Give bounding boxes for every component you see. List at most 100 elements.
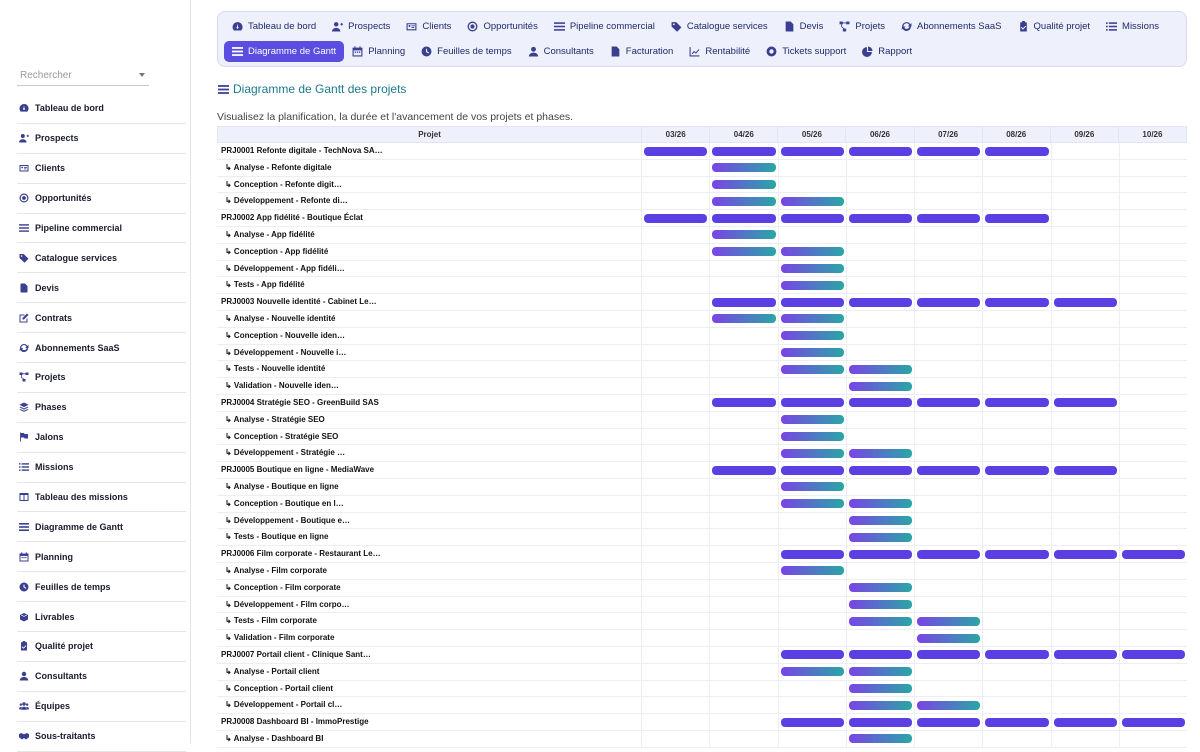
phase-bar[interactable]	[848, 499, 912, 509]
gantt-phase-row[interactable]: ↳ Conception - Portail client	[217, 680, 1187, 698]
gantt-phase-row[interactable]: ↳ Analyse - Boutique en ligne	[217, 478, 1187, 496]
gantt-phase-row[interactable]: ↳ Développement - Portail cl…	[217, 697, 1187, 715]
project-bar[interactable]	[780, 297, 844, 307]
phase-bar[interactable]	[780, 448, 844, 458]
gantt-phase-row[interactable]: ↳ Développement - Stratégie …	[217, 445, 1187, 463]
project-bar[interactable]	[985, 213, 1049, 223]
gantt-project-row[interactable]: PRJ0008 Dashboard BI - ImmoPrestige	[217, 714, 1187, 731]
tab-diagramme-de-gantt[interactable]: Diagramme de Gantt	[224, 41, 345, 62]
project-bar[interactable]	[917, 297, 981, 307]
project-bar[interactable]	[848, 549, 912, 559]
tab-catalogue-services[interactable]: Catalogue services	[663, 16, 776, 37]
project-bar[interactable]	[780, 398, 844, 408]
gantt-project-row[interactable]: PRJ0006 Film corporate - Restaurant Le…	[217, 546, 1187, 563]
sidebar-item-jalons[interactable]: Jalons	[17, 423, 186, 453]
phase-bar[interactable]	[848, 667, 912, 677]
project-bar[interactable]	[985, 650, 1049, 660]
phase-bar[interactable]	[848, 532, 912, 542]
gantt-phase-row[interactable]: ↳ Validation - Nouvelle iden…	[217, 378, 1187, 395]
project-bar[interactable]	[848, 297, 912, 307]
project-bar[interactable]	[644, 213, 708, 223]
phase-bar[interactable]	[848, 448, 912, 458]
project-bar[interactable]	[780, 465, 844, 475]
sidebar-item-livrables[interactable]: Livrables	[17, 602, 186, 633]
tab-planning[interactable]: Planning	[344, 41, 413, 62]
sidebar-item-tableau-de-bord[interactable]: Tableau de bord	[17, 94, 186, 124]
gantt-project-row[interactable]: PRJ0004 Stratégie SEO - GreenBuild SAS	[217, 394, 1187, 412]
project-bar[interactable]	[1053, 650, 1117, 660]
gantt-project-row[interactable]: PRJ0005 Boutique en ligne - MediaWave	[217, 462, 1187, 479]
tab-missions[interactable]: Missions	[1098, 16, 1167, 37]
gantt-phase-row[interactable]: ↳ Analyse - Dashboard BI	[217, 730, 1187, 748]
sidebar-item-missions[interactable]: Missions	[17, 453, 186, 483]
project-bar[interactable]	[712, 398, 776, 408]
tab-projets[interactable]: Projets	[831, 16, 893, 37]
gantt-phase-row[interactable]: ↳ Conception - Film corporate	[217, 579, 1187, 597]
phase-bar[interactable]	[712, 163, 776, 173]
gantt-phase-row[interactable]: ↳ Développement - Film corpo…	[217, 596, 1187, 614]
project-bar[interactable]	[848, 465, 912, 475]
tab-tableau-de-bord[interactable]: Tableau de bord	[224, 16, 324, 37]
gantt-phase-row[interactable]: ↳ Tests - Film corporate	[217, 613, 1187, 631]
project-bar[interactable]	[985, 297, 1049, 307]
sidebar-item-qualite-projet[interactable]: Qualité projet	[17, 632, 186, 662]
sidebar-item-phases[interactable]: Phases	[17, 393, 186, 423]
gantt-phase-row[interactable]: ↳ Conception - Boutique en l…	[217, 495, 1187, 513]
project-bar[interactable]	[848, 717, 912, 727]
tab-opportunites[interactable]: Opportunités	[459, 16, 545, 37]
phase-bar[interactable]	[780, 566, 844, 576]
phase-bar[interactable]	[780, 331, 844, 341]
phase-bar[interactable]	[848, 583, 912, 593]
project-bar[interactable]	[780, 213, 844, 223]
gantt-project-row[interactable]: PRJ0002 App fidélité - Boutique Éclat	[217, 210, 1187, 227]
gantt-phase-row[interactable]: ↳ Analyse - Portail client	[217, 663, 1187, 681]
project-bar[interactable]	[644, 146, 708, 156]
phase-bar[interactable]	[712, 196, 776, 206]
project-bar[interactable]	[985, 465, 1049, 475]
project-bar[interactable]	[1053, 549, 1117, 559]
sidebar-item-contrats[interactable]: Contrats	[17, 303, 186, 334]
project-bar[interactable]	[985, 717, 1049, 727]
phase-bar[interactable]	[917, 616, 981, 626]
phase-bar[interactable]	[917, 633, 981, 643]
sidebar-item-projets[interactable]: Projets	[17, 363, 186, 393]
sidebar-item-planning[interactable]: Planning	[17, 542, 186, 573]
project-bar[interactable]	[1121, 549, 1185, 559]
project-bar[interactable]	[985, 398, 1049, 408]
project-bar[interactable]	[1053, 297, 1117, 307]
tab-feuilles-de-temps[interactable]: Feuilles de temps	[413, 41, 519, 62]
sidebar-item-consultants[interactable]: Consultants	[17, 662, 186, 692]
project-bar[interactable]	[848, 146, 912, 156]
sidebar-item-devis[interactable]: Devis	[17, 273, 186, 304]
phase-bar[interactable]	[848, 600, 912, 610]
gantt-phase-row[interactable]: ↳ Développement - Refonte di…	[217, 193, 1187, 211]
gantt-phase-row[interactable]: ↳ Développement - App fidéli…	[217, 260, 1187, 278]
project-bar[interactable]	[712, 146, 776, 156]
project-bar[interactable]	[848, 398, 912, 408]
gantt-phase-row[interactable]: ↳ Conception - App fidélité	[217, 243, 1187, 261]
project-bar[interactable]	[712, 465, 776, 475]
phase-bar[interactable]	[712, 314, 776, 324]
tab-rentabilite[interactable]: Rentabilité	[681, 41, 758, 62]
project-bar[interactable]	[917, 717, 981, 727]
tab-consultants[interactable]: Consultants	[520, 41, 602, 62]
phase-bar[interactable]	[780, 364, 844, 374]
project-bar[interactable]	[712, 213, 776, 223]
project-bar[interactable]	[848, 650, 912, 660]
phase-bar[interactable]	[780, 667, 844, 677]
phase-bar[interactable]	[712, 247, 776, 257]
phase-bar[interactable]	[848, 516, 912, 526]
gantt-phase-row[interactable]: ↳ Analyse - Film corporate	[217, 562, 1187, 580]
tab-prospects[interactable]: Prospects	[324, 16, 398, 37]
gantt-phase-row[interactable]: ↳ Tests - Boutique en ligne	[217, 529, 1187, 547]
sidebar-item-sous-traitants[interactable]: Sous-traitants	[17, 722, 186, 752]
phase-bar[interactable]	[848, 364, 912, 374]
project-bar[interactable]	[1053, 398, 1117, 408]
phase-bar[interactable]	[780, 499, 844, 509]
phase-bar[interactable]	[848, 700, 912, 710]
gantt-phase-row[interactable]: ↳ Analyse - App fidélité	[217, 226, 1187, 244]
sidebar-item-prospects[interactable]: Prospects	[17, 124, 186, 154]
project-bar[interactable]	[848, 213, 912, 223]
tab-pipeline-commercial[interactable]: Pipeline commercial	[546, 16, 663, 37]
phase-bar[interactable]	[780, 348, 844, 358]
